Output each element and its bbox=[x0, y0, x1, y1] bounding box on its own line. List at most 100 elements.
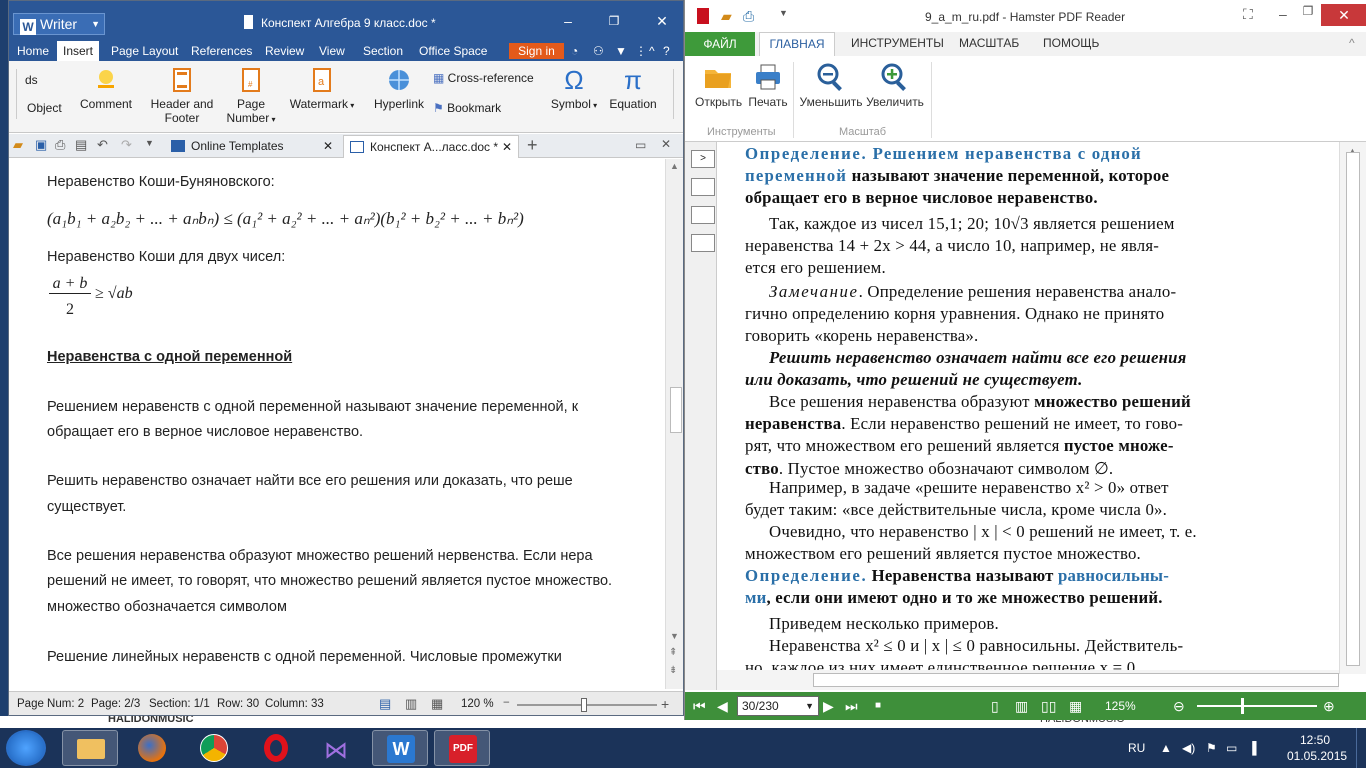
share-icon[interactable]: ⚇ bbox=[593, 41, 604, 61]
shirt-icon[interactable]: ▼ bbox=[615, 41, 627, 61]
first-page-icon[interactable]: ⏮ bbox=[693, 698, 706, 715]
taskbar-chrome[interactable] bbox=[186, 730, 242, 766]
tab-online-templates[interactable]: Online Templates ✕ bbox=[165, 135, 339, 158]
next-page-icon[interactable]: ▶ bbox=[823, 698, 834, 715]
taskbar-writer[interactable]: W bbox=[372, 730, 428, 766]
redo-icon[interactable]: ↷ bbox=[121, 137, 132, 153]
page-number-input[interactable]: 30/230 ▼ bbox=[737, 696, 819, 716]
scroll-down-icon[interactable]: ▼ bbox=[670, 631, 679, 641]
open-folder-icon[interactable]: ▰ bbox=[721, 8, 732, 25]
previous-page-icon[interactable]: ◀ bbox=[717, 698, 728, 715]
display-icon[interactable]: ▭ bbox=[1226, 741, 1237, 755]
settings-icon[interactable]: ⋮ bbox=[635, 41, 647, 61]
close-icon[interactable]: ✕ bbox=[651, 11, 673, 31]
scroll-thumb[interactable] bbox=[813, 673, 1339, 687]
print-layout-icon[interactable]: ▤ bbox=[379, 696, 391, 712]
page-number-button[interactable]: # Page Number ▾ bbox=[225, 67, 277, 125]
quick-access-dropdown-icon[interactable]: ▼ bbox=[145, 138, 154, 148]
continuous-icon[interactable]: ▥ bbox=[1015, 698, 1028, 715]
help-icon[interactable]: ? bbox=[663, 41, 670, 61]
tab-restore-icon[interactable]: ▭ bbox=[635, 138, 646, 152]
restore-icon[interactable]: ❐ bbox=[1297, 4, 1319, 22]
show-hidden-icons-icon[interactable]: ▲ bbox=[1160, 741, 1172, 755]
two-page-continuous-icon[interactable]: ▦ bbox=[1069, 698, 1082, 715]
new-tab-icon[interactable]: + bbox=[527, 135, 538, 156]
menu-page-layout[interactable]: Page Layout bbox=[111, 41, 178, 61]
menu-scale[interactable]: МАСШТАБ bbox=[959, 36, 1019, 50]
print-icon[interactable]: ⎙ bbox=[743, 8, 754, 25]
ribbon-partial-item[interactable]: ds bbox=[25, 73, 38, 87]
print-icon[interactable]: ⎙ bbox=[55, 137, 65, 153]
fullscreen-icon[interactable]: ⛶ bbox=[1243, 6, 1253, 23]
clock-time[interactable]: 12:50 bbox=[1300, 733, 1330, 747]
writer-vertical-scrollbar[interactable]: ▲ ▼ ⇞ ⇟ bbox=[665, 159, 683, 689]
menu-references[interactable]: References bbox=[191, 41, 252, 61]
restore-icon[interactable]: ❐ bbox=[603, 11, 625, 31]
minimize-icon[interactable]: – bbox=[557, 11, 579, 31]
single-page-icon[interactable]: ▯ bbox=[991, 698, 999, 715]
sign-in-button[interactable]: Sign in bbox=[509, 43, 564, 59]
hyperlink-button[interactable]: Hyperlink bbox=[371, 67, 427, 111]
zoom-slider-handle[interactable] bbox=[1241, 698, 1244, 714]
web-layout-icon[interactable]: ▥ bbox=[405, 696, 417, 712]
scroll-thumb[interactable] bbox=[670, 387, 682, 433]
zoom-in-button[interactable]: Увеличить bbox=[865, 62, 925, 109]
annotations-icon[interactable] bbox=[691, 234, 715, 252]
scroll-thumb[interactable] bbox=[1346, 152, 1360, 666]
thumbnails-icon[interactable] bbox=[691, 206, 715, 224]
zoom-in-icon[interactable]: ⊕ bbox=[1323, 698, 1335, 715]
bookmarks-icon[interactable] bbox=[691, 178, 715, 196]
language-indicator[interactable]: RU bbox=[1128, 741, 1145, 755]
tab-document[interactable]: Конспект А...ласс.doc * ✕ bbox=[343, 135, 519, 158]
taskbar-firefox[interactable] bbox=[124, 730, 180, 766]
writer-document-area[interactable]: Неравенство Коши-Буняновского: (a₁b₁ + a… bbox=[9, 159, 665, 689]
open-folder-icon[interactable]: ▰ bbox=[13, 137, 23, 153]
speaker-icon[interactable]: ◀) bbox=[1182, 741, 1195, 755]
bookmark-button[interactable]: ⚑ Bookmark bbox=[433, 101, 501, 115]
zoom-out-icon[interactable]: − bbox=[503, 697, 510, 709]
flag-icon[interactable]: ⚑ bbox=[1206, 741, 1217, 755]
watermark-button[interactable]: a Watermark ▾ bbox=[285, 67, 359, 111]
close-tab-icon[interactable]: ✕ bbox=[323, 135, 333, 157]
zoom-out-button[interactable]: Уменьшить bbox=[799, 62, 863, 109]
quick-access-dropdown-icon[interactable]: ▼ bbox=[779, 8, 788, 18]
next-page-icon[interactable]: ⇟ bbox=[669, 665, 677, 676]
two-page-icon[interactable]: ▯▯ bbox=[1041, 698, 1056, 715]
minimize-icon[interactable]: – bbox=[1279, 6, 1287, 22]
clock-date[interactable]: 01.05.2015 bbox=[1287, 749, 1347, 763]
stop-icon[interactable]: ■ bbox=[875, 700, 881, 711]
taskbar-explorer[interactable] bbox=[62, 730, 118, 766]
ribbon-scroll-left[interactable] bbox=[9, 69, 17, 119]
pdf-horizontal-scrollbar[interactable] bbox=[717, 670, 1339, 690]
zoom-out-icon[interactable]: ⊖ bbox=[1173, 698, 1185, 715]
network-icon[interactable]: ▐ bbox=[1248, 741, 1257, 755]
menu-section[interactable]: Section bbox=[363, 41, 403, 61]
menu-help[interactable]: ПОМОЩЬ bbox=[1043, 36, 1099, 50]
menu-home[interactable]: ГЛАВНАЯ bbox=[759, 32, 835, 56]
tab-close-icon[interactable]: ✕ bbox=[661, 137, 671, 151]
menu-file[interactable]: ФАЙЛ bbox=[685, 32, 755, 56]
menu-insert[interactable]: Insert bbox=[57, 41, 100, 61]
symbol-button[interactable]: Ω Symbol ▾ bbox=[549, 67, 599, 111]
start-button[interactable] bbox=[6, 730, 46, 766]
taskbar-pdf-reader[interactable]: PDF bbox=[434, 730, 490, 766]
save-icon[interactable]: ▣ bbox=[35, 137, 47, 153]
menu-review[interactable]: Review bbox=[265, 41, 304, 61]
collapse-ribbon-icon[interactable]: ^ bbox=[1349, 36, 1355, 50]
close-icon[interactable]: ✕ bbox=[1321, 4, 1366, 26]
print-preview-icon[interactable]: ▤ bbox=[75, 137, 87, 153]
zoom-in-icon[interactable]: + bbox=[661, 696, 669, 712]
expand-panel-icon[interactable]: > bbox=[691, 150, 715, 168]
outline-view-icon[interactable]: ▦ bbox=[431, 696, 443, 712]
pdf-vertical-scrollbar[interactable]: ▲ bbox=[1339, 142, 1366, 674]
last-page-icon[interactable]: ⏭ bbox=[845, 698, 858, 715]
zoom-slider-handle[interactable] bbox=[581, 698, 587, 712]
show-desktop-button[interactable] bbox=[1356, 728, 1366, 768]
pdf-page-view[interactable]: Определение. Решением неравенства с одно… bbox=[717, 142, 1339, 670]
menu-tools[interactable]: ИНСТРУМЕНТЫ bbox=[851, 36, 944, 50]
equation-button[interactable]: π Equation bbox=[607, 67, 659, 111]
menu-view[interactable]: View bbox=[319, 41, 345, 61]
skin-icon[interactable]: ◔ bbox=[571, 41, 578, 61]
zoom-slider-track[interactable] bbox=[517, 704, 657, 706]
header-footer-button[interactable]: Header and Footer bbox=[149, 67, 215, 125]
